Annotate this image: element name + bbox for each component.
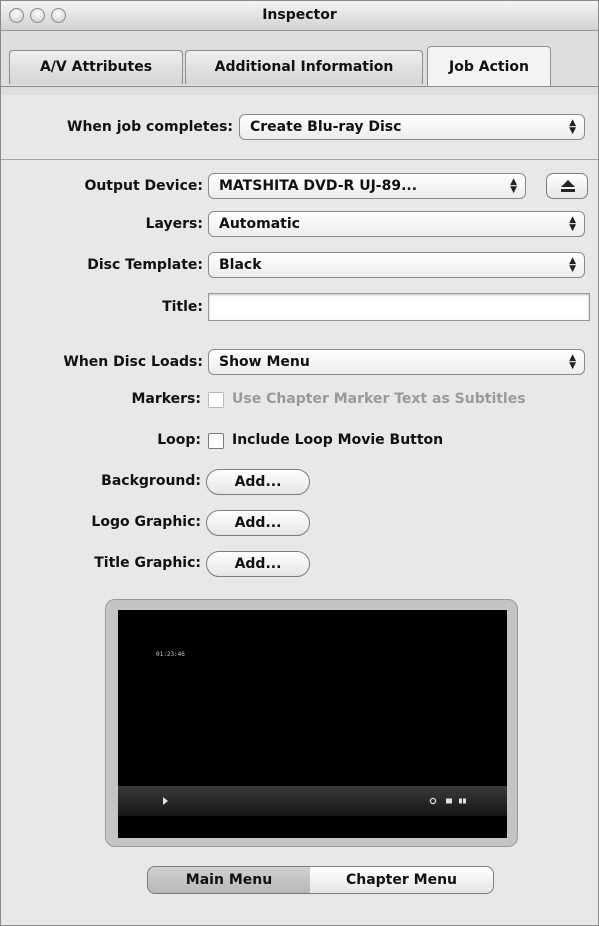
menu-preview: 01:23:46: [118, 610, 507, 838]
loop-label: Loop:: [157, 432, 201, 448]
markers-label: Markers:: [131, 391, 201, 407]
inspector-window: Inspector A/V Attributes Additional Info…: [0, 0, 599, 926]
output-device-popup[interactable]: MATSHITA DVD-R UJ-89... ▲ ▼: [208, 173, 526, 199]
background-label: Background:: [101, 473, 201, 489]
title-input[interactable]: [208, 293, 590, 321]
updown-arrows-icon: ▲ ▼: [569, 118, 576, 136]
play-icon: [163, 797, 168, 805]
title-graphic-add-button[interactable]: Add...: [206, 551, 310, 577]
eject-icon: [561, 180, 575, 192]
loop-checkbox[interactable]: [208, 433, 224, 449]
layers-popup[interactable]: Automatic ▲ ▼: [208, 211, 585, 237]
updown-arrows-icon: ▲ ▼: [569, 256, 576, 274]
menu-icon: [446, 798, 452, 804]
preview-playbar: [118, 786, 507, 816]
markers-checkbox-label: Use Chapter Marker Text as Subtitles: [232, 391, 526, 407]
main-menu-segment[interactable]: Main Menu: [147, 866, 311, 894]
output-device-value: MATSHITA DVD-R UJ-89...: [219, 178, 418, 194]
updown-arrows-icon: ▲ ▼: [569, 215, 576, 233]
playbar-controls: [163, 797, 466, 805]
when-disc-loads-value: Show Menu: [219, 354, 310, 370]
preview-timecode: 01:23:46: [156, 651, 185, 658]
updown-arrows-icon: ▲ ▼: [569, 353, 576, 371]
when-disc-loads-popup[interactable]: Show Menu ▲ ▼: [208, 349, 585, 375]
tab-divider: [1, 86, 598, 87]
tab-job-action[interactable]: Job Action: [427, 46, 551, 86]
updown-arrows-icon: ▲ ▼: [510, 177, 517, 195]
logo-graphic-add-button[interactable]: Add...: [206, 510, 310, 536]
loop-icon: [429, 797, 437, 805]
title-bar: Inspector: [1, 1, 598, 31]
loop-checkbox-label: Include Loop Movie Button: [232, 432, 444, 448]
disc-template-label: Disc Template:: [87, 257, 203, 273]
eject-button[interactable]: [546, 173, 588, 199]
output-device-label: Output Device:: [84, 178, 203, 194]
logo-graphic-label: Logo Graphic:: [91, 514, 201, 530]
tab-av-attributes[interactable]: A/V Attributes: [9, 50, 183, 84]
background-add-button[interactable]: Add...: [206, 469, 310, 495]
menu-preview-frame: 01:23:46: [105, 599, 518, 847]
layers-value: Automatic: [219, 216, 300, 232]
when-disc-loads-label: When Disc Loads:: [63, 354, 203, 370]
tab-additional-information[interactable]: Additional Information: [185, 50, 423, 84]
chapter-menu-segment[interactable]: Chapter Menu: [310, 866, 494, 894]
when-job-completes-label: When job completes:: [67, 119, 233, 135]
when-job-completes-popup[interactable]: Create Blu-ray Disc ▲ ▼: [239, 114, 585, 140]
title-label: Title:: [162, 299, 203, 315]
disc-template-value: Black: [219, 257, 262, 273]
layers-label: Layers:: [145, 216, 203, 232]
disc-template-popup[interactable]: Black ▲ ▼: [208, 252, 585, 278]
title-graphic-label: Title Graphic:: [94, 555, 201, 571]
markers-checkbox[interactable]: [208, 392, 224, 408]
chapter-icon: [459, 798, 462, 804]
section-divider: [1, 159, 598, 160]
when-job-completes-value: Create Blu-ray Disc: [250, 119, 402, 135]
window-title: Inspector: [262, 7, 337, 23]
